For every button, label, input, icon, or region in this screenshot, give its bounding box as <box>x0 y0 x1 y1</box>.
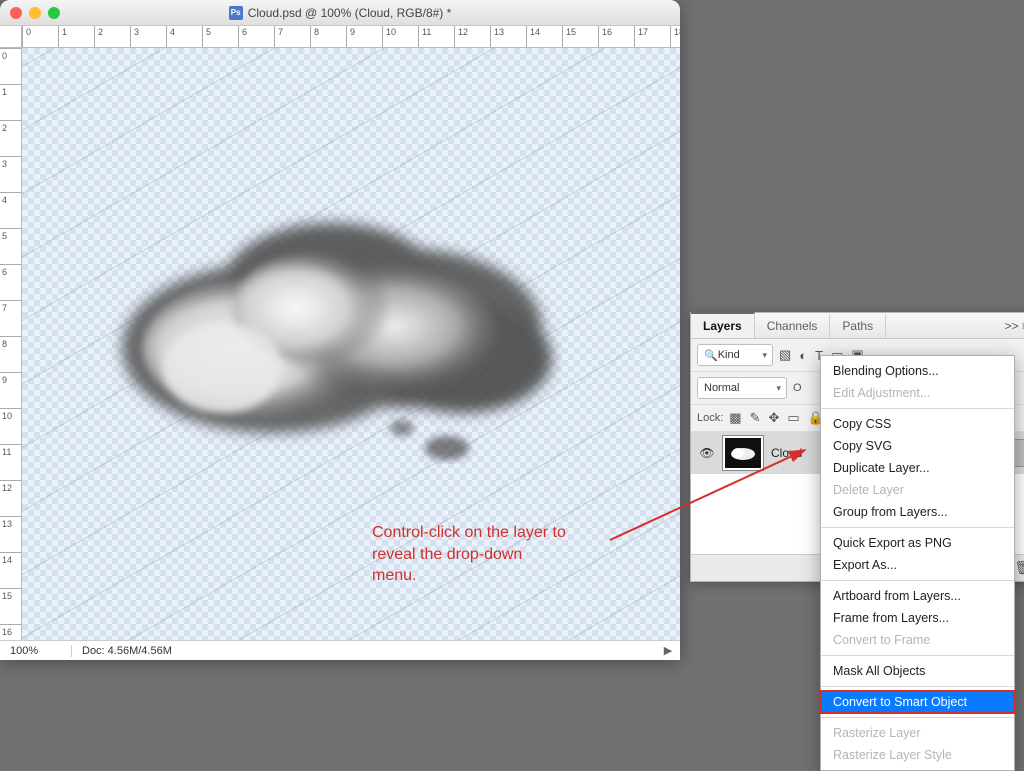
ruler-h-tick: 4 <box>166 26 167 48</box>
panel-collapse-icon[interactable]: >> ≡ <box>995 319 1024 333</box>
layer-thumbnail[interactable] <box>723 436 763 470</box>
ruler-v-tick: 0 <box>0 48 22 61</box>
menu-item: Delete Layer <box>821 479 1014 501</box>
ruler-vertical[interactable]: 01234567891011121314151617 <box>0 48 22 640</box>
menu-item[interactable]: Blending Options... <box>821 360 1014 382</box>
maximize-icon[interactable] <box>48 7 60 19</box>
ruler-v-tick: 5 <box>0 228 22 241</box>
ruler-h-tick: 9 <box>346 26 347 48</box>
status-bar: 100% Doc: 4.56M/4.56M ▶ <box>0 640 680 660</box>
ruler-h-tick: 0 <box>22 26 23 48</box>
ruler-v-tick: 9 <box>0 372 22 385</box>
doc-size[interactable]: Doc: 4.56M/4.56M <box>72 645 656 657</box>
menu-item: Edit Adjustment... <box>821 382 1014 404</box>
panel-tabbar: Layers Channels Paths >> ≡ <box>691 313 1024 339</box>
ruler-h-tick: 1 <box>58 26 59 48</box>
blend-mode-select[interactable]: Normal <box>697 377 787 399</box>
ruler-h-tick: 16 <box>598 26 599 48</box>
menu-item[interactable]: Quick Export as PNG <box>821 532 1014 554</box>
titlebar[interactable]: Ps Cloud.psd @ 100% (Cloud, RGB/8#) * <box>0 0 680 26</box>
ruler-corner[interactable] <box>0 26 22 48</box>
ruler-h-tick: 13 <box>490 26 491 48</box>
filter-pixel-icon[interactable]: ▧ <box>779 347 791 363</box>
traffic-lights <box>10 7 60 19</box>
ruler-v-tick: 11 <box>0 444 22 457</box>
menu-item[interactable]: Mask All Objects <box>821 660 1014 682</box>
tab-layers[interactable]: Layers <box>691 312 755 338</box>
ruler-h-tick: 2 <box>94 26 95 48</box>
ruler-v-tick: 4 <box>0 192 22 205</box>
ruler-h-tick: 7 <box>274 26 275 48</box>
lock-label: Lock: <box>697 412 723 424</box>
ruler-v-tick: 16 <box>0 624 22 637</box>
ruler-v-tick: 8 <box>0 336 22 349</box>
menu-item[interactable]: Group from Layers... <box>821 501 1014 523</box>
opacity-label: O <box>793 382 802 394</box>
window-title: Ps Cloud.psd @ 100% (Cloud, RGB/8#) * <box>0 6 680 20</box>
ruler-horizontal[interactable]: 0123456789101112131415161718 <box>22 26 680 48</box>
menu-separator <box>821 655 1014 656</box>
lock-icons: ▩ ✎ ✥ ▭ 🔒 <box>729 410 824 426</box>
ruler-v-tick: 3 <box>0 156 22 169</box>
ruler-v-tick: 2 <box>0 120 22 133</box>
ruler-h-tick: 17 <box>634 26 635 48</box>
tab-channels[interactable]: Channels <box>755 314 831 338</box>
ruler-h-tick: 11 <box>418 26 419 48</box>
ruler-h-tick: 5 <box>202 26 203 48</box>
menu-separator <box>821 527 1014 528</box>
ruler-h-tick: 8 <box>310 26 311 48</box>
lock-artboard-icon[interactable]: ▭ <box>787 410 799 426</box>
close-icon[interactable] <box>10 7 22 19</box>
menu-item[interactable]: Convert to Smart Object <box>821 691 1014 713</box>
cloud-image <box>102 198 562 488</box>
window-title-text: Cloud.psd @ 100% (Cloud, RGB/8#) * <box>248 6 452 20</box>
menu-separator <box>821 717 1014 718</box>
lock-position-icon[interactable]: ✥ <box>769 410 780 426</box>
ruler-v-tick: 14 <box>0 552 22 565</box>
lock-paint-icon[interactable]: ✎ <box>750 410 761 426</box>
menu-separator <box>821 580 1014 581</box>
ruler-h-tick: 10 <box>382 26 383 48</box>
filter-adjust-icon[interactable]: ◐ <box>799 348 807 363</box>
ruler-v-tick: 15 <box>0 588 22 601</box>
menu-item[interactable]: Duplicate Layer... <box>821 457 1014 479</box>
menu-item[interactable]: Copy SVG <box>821 435 1014 457</box>
layer-context-menu: Blending Options...Edit Adjustment... Cop… <box>820 355 1015 771</box>
ruler-v-tick: 7 <box>0 300 22 313</box>
ruler-v-tick: 10 <box>0 408 22 421</box>
minimize-icon[interactable] <box>29 7 41 19</box>
search-icon: 🔍 <box>704 349 718 362</box>
file-type-icon: Ps <box>229 6 243 20</box>
menu-item: Rasterize Layer <box>821 722 1014 744</box>
layer-name[interactable]: Cloud <box>771 446 802 460</box>
annotation-text: Control-click on the layer to reveal the… <box>372 522 622 587</box>
menu-item: Convert to Frame <box>821 629 1014 651</box>
ruler-v-tick: 12 <box>0 480 22 493</box>
ruler-h-tick: 18 <box>670 26 671 48</box>
ruler-h-tick: 12 <box>454 26 455 48</box>
zoom-level[interactable]: 100% <box>0 645 72 657</box>
menu-separator <box>821 686 1014 687</box>
ruler-v-tick: 6 <box>0 264 22 277</box>
ruler-h-tick: 6 <box>238 26 239 48</box>
menu-item: Rasterize Layer Style <box>821 744 1014 766</box>
status-arrow-icon[interactable]: ▶ <box>656 644 680 657</box>
menu-separator <box>821 408 1014 409</box>
menu-item[interactable]: Frame from Layers... <box>821 607 1014 629</box>
ruler-h-tick: 14 <box>526 26 527 48</box>
visibility-icon[interactable]: 👁 <box>699 446 715 460</box>
trash-icon[interactable]: 🗑 <box>1014 560 1024 576</box>
ruler-h-tick: 15 <box>562 26 563 48</box>
filter-kind-select[interactable]: 🔍 Kind <box>697 344 773 366</box>
lock-transparent-icon[interactable]: ▩ <box>729 410 741 426</box>
ruler-h-tick: 3 <box>130 26 131 48</box>
menu-item[interactable]: Artboard from Layers... <box>821 585 1014 607</box>
menu-item[interactable]: Copy CSS <box>821 413 1014 435</box>
ruler-v-tick: 1 <box>0 84 22 97</box>
ruler-v-tick: 13 <box>0 516 22 529</box>
menu-item[interactable]: Export As... <box>821 554 1014 576</box>
tab-paths[interactable]: Paths <box>830 314 886 338</box>
